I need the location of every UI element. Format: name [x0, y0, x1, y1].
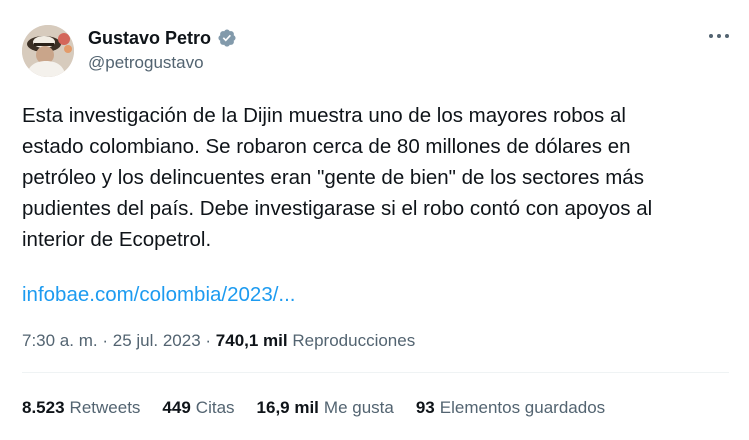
tweet-text-line: estado colombiano. Se robaron cerca de 8… [22, 135, 631, 158]
divider [22, 372, 729, 373]
tweet-meta: 7:30 a. m. · 25 jul. 2023 · 740,1 mil Re… [22, 330, 415, 352]
likes-stat[interactable]: 16,9 mil Me gusta [257, 397, 394, 419]
tweet-text: Esta investigación de la Dijin muestra u… [22, 100, 722, 255]
tweet-date[interactable]: 25 jul. 2023 [113, 331, 201, 350]
avatar[interactable] [22, 25, 74, 77]
author-name-row[interactable]: Gustavo Petro [88, 27, 237, 49]
stat-count: 16,9 mil [256, 398, 319, 417]
views-label: Reproducciones [292, 331, 416, 350]
meta-separator: · [205, 331, 212, 350]
stat-count: 93 [415, 398, 435, 417]
stat-count: 449 [162, 398, 191, 417]
tweet-text-line: petróleo y los delincuentes eran "gente … [22, 166, 644, 189]
verified-badge-icon [217, 28, 237, 48]
avatar-photo [22, 25, 74, 77]
tweet-text-line: pudientes del país. Debe investigarase s… [22, 197, 653, 220]
more-options-button[interactable] [704, 26, 734, 46]
tweet-time[interactable]: 7:30 a. m. [22, 331, 98, 350]
meta-separator: · [102, 331, 109, 350]
quotes-stat[interactable]: 449 Citas [162, 397, 234, 419]
author-name[interactable]: Gustavo Petro [88, 27, 211, 49]
tweet-card: Gustavo Petro @petrogustavo Esta investi… [0, 0, 749, 440]
tweet-link[interactable]: infobae.com/colombia/2023/... [22, 279, 296, 310]
tweet-text-line: Esta investigación de la Dijin muestra u… [22, 104, 626, 127]
author-handle[interactable]: @petrogustavo [88, 53, 204, 73]
more-icon [709, 34, 729, 38]
stat-count: 8.523 [22, 398, 65, 417]
tweet-stats: 8.523 Retweets 449 Citas 16,9 mil Me gus… [22, 397, 605, 419]
views-count: 740,1 mil [215, 331, 288, 350]
stat-label: Elementos guardados [439, 398, 606, 417]
retweets-stat[interactable]: 8.523 Retweets [22, 397, 140, 419]
tweet-text-line: interior de Ecopetrol. [22, 228, 212, 251]
stat-label: Retweets [69, 398, 141, 417]
stat-label: Me gusta [323, 398, 394, 417]
stat-label: Citas [195, 398, 235, 417]
bookmarks-stat[interactable]: 93 Elementos guardados [416, 397, 605, 419]
